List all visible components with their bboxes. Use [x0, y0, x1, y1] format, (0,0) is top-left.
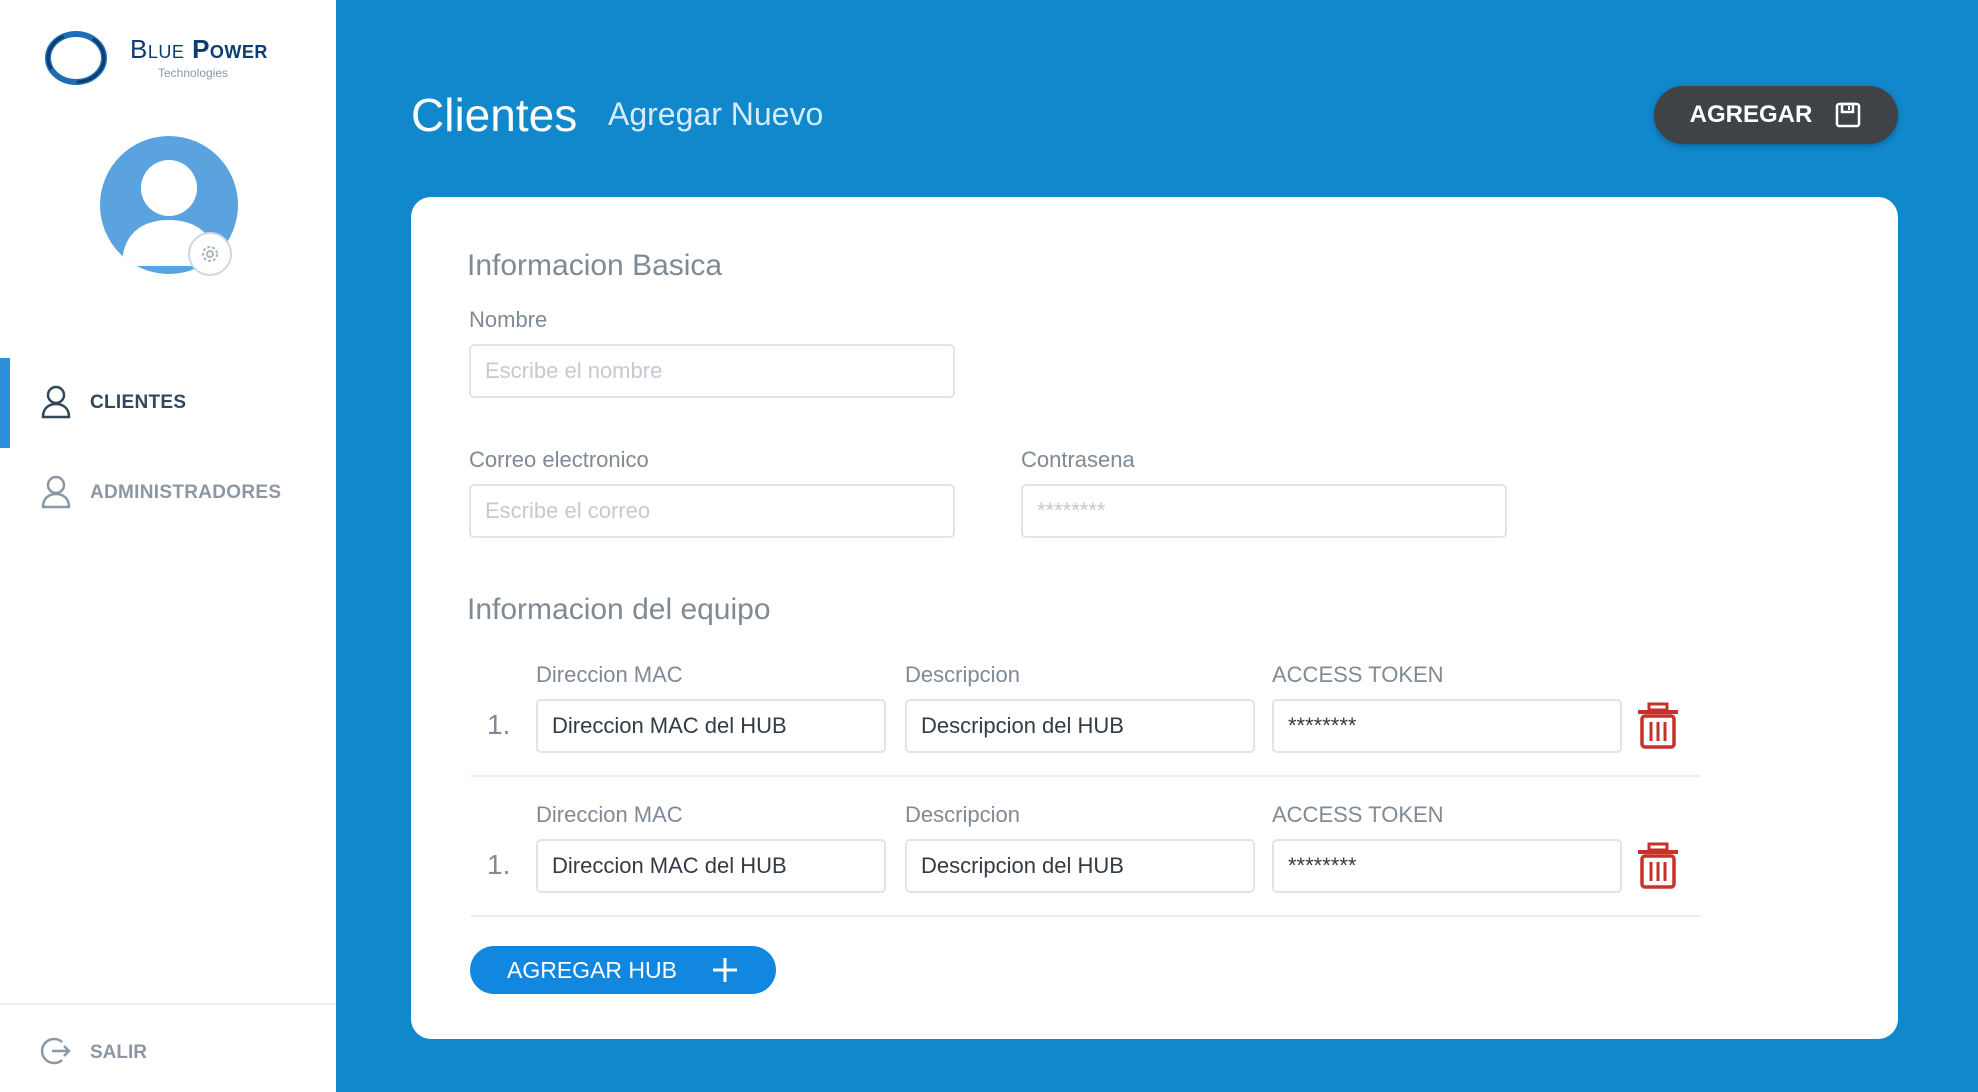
gear-icon	[202, 246, 218, 262]
sidebar-item-administradores[interactable]: ADMINISTRADORES	[0, 448, 336, 538]
name-input[interactable]: Escribe el nombre	[469, 344, 955, 398]
token-input[interactable]: ********	[1272, 839, 1622, 893]
sidebar-divider	[0, 1003, 336, 1005]
brand-name: Blue Power	[130, 34, 268, 65]
brand-logo: Blue Power Technologies	[44, 28, 284, 88]
password-input[interactable]: ********	[1021, 484, 1507, 538]
token-input[interactable]: ********	[1272, 699, 1622, 753]
brand-name-first: Blue	[130, 34, 185, 64]
section-title-equipment: Informacion del equipo	[467, 593, 771, 626]
active-indicator	[0, 358, 10, 448]
page-subtitle: Agregar Nuevo	[608, 96, 824, 132]
mac-label: Direccion MAC	[536, 662, 683, 687]
brand-tagline: Technologies	[158, 66, 229, 80]
page-title: Clientes	[411, 89, 578, 141]
sidebar: Blue Power Technologies CLIENTES ADMINIS…	[0, 0, 336, 1092]
logout-label: SALIR	[90, 1042, 147, 1063]
delete-hub-icon[interactable]	[1635, 702, 1681, 750]
row-divider	[471, 775, 1701, 777]
user-icon	[41, 385, 71, 419]
token-label: ACCESS TOKEN	[1272, 662, 1444, 687]
description-input[interactable]: Descripcion del HUB	[905, 839, 1255, 893]
brand-name-second: Power	[192, 34, 268, 64]
password-label: Contrasena	[1021, 447, 1135, 472]
hub-row-number: 1.	[487, 849, 511, 880]
hub-row-number: 1.	[487, 709, 511, 740]
token-label: ACCESS TOKEN	[1272, 802, 1444, 827]
description-label: Descripcion	[905, 662, 1020, 687]
avatar-settings-button[interactable]	[188, 232, 232, 276]
logout-icon	[40, 1037, 71, 1065]
user-icon	[41, 475, 71, 509]
mac-input[interactable]: Direccion MAC del HUB	[536, 699, 886, 753]
delete-hub-icon[interactable]	[1635, 842, 1681, 890]
add-hub-button[interactable]: AGREGAR HUB	[470, 946, 776, 994]
email-label: Correo electronico	[469, 447, 649, 472]
add-hub-button-label: AGREGAR HUB	[507, 956, 677, 983]
plus-icon	[712, 958, 737, 982]
mac-label: Direccion MAC	[536, 802, 683, 827]
sidebar-item-label: ADMINISTRADORES	[90, 482, 282, 503]
description-input[interactable]: Descripcion del HUB	[905, 699, 1255, 753]
name-label: Nombre	[469, 307, 548, 332]
description-label: Descripcion	[905, 802, 1020, 827]
row-divider	[471, 915, 1701, 917]
sidebar-item-label: CLIENTES	[90, 392, 187, 413]
save-icon	[1836, 102, 1861, 128]
add-client-button[interactable]: AGREGAR	[1654, 86, 1898, 144]
brand-ring-icon	[45, 31, 107, 85]
sidebar-item-clientes[interactable]: CLIENTES	[0, 358, 336, 448]
email-input[interactable]: Escribe el correo	[469, 484, 955, 538]
section-title-basic: Informacion Basica	[467, 249, 723, 282]
logout-button[interactable]: SALIR	[0, 1020, 336, 1080]
add-client-button-label: AGREGAR	[1689, 101, 1813, 128]
mac-input[interactable]: Direccion MAC del HUB	[536, 839, 886, 893]
client-form-card: Informacion Basica Nombre Escribe el nom…	[411, 197, 1898, 1039]
